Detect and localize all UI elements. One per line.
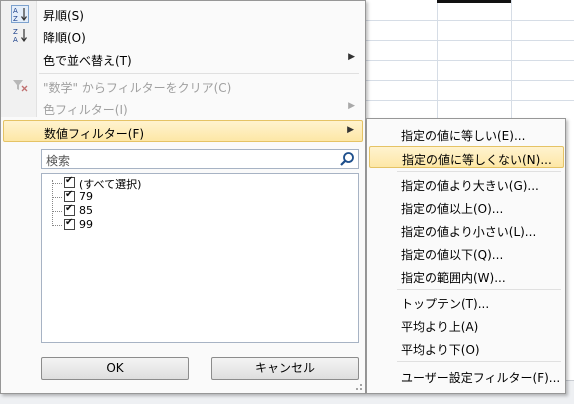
cancel-button[interactable]: キャンセル [211, 357, 359, 380]
selected-cell-border [437, 0, 511, 3]
submenu-item-not-equal[interactable]: 指定の値に等しくない(N)... [369, 146, 564, 168]
tree-line [52, 180, 54, 224]
submenu-item-above-average[interactable]: 平均より上(A) [369, 314, 564, 336]
menu-separator [397, 361, 561, 362]
submenu-item-label: トップテン(T)... [401, 297, 490, 311]
list-item-label: 99 [79, 218, 93, 231]
svg-text:Z: Z [13, 28, 18, 36]
submenu-item-label: 指定の値より小さい(L)... [401, 225, 537, 239]
submenu-item-less-than[interactable]: 指定の値より小さい(L)... [369, 219, 564, 241]
clear-filter-icon [11, 77, 29, 95]
submenu-item-label: 指定の値より大きい(G)... [401, 179, 539, 193]
checkbox[interactable] [64, 189, 75, 202]
menu-separator [397, 171, 561, 172]
submenu-item-label: 平均より下(O) [401, 343, 480, 357]
value-filter-list: (すべて選択) 79 85 99 [41, 173, 359, 343]
submenu-item-greater-than[interactable]: 指定の値より大きい(G)... [369, 173, 564, 195]
submenu-item-label: 指定の範囲内(W)... [401, 271, 506, 285]
menu-item-number-filter[interactable]: 数値フィルター(F) ▶ [3, 120, 363, 142]
submenu-item-label: 指定の値以上(O)... [401, 202, 504, 216]
submenu-arrow-icon: ▶ [348, 52, 355, 62]
menu-item-sort-descending[interactable]: Z A 降順(O) [3, 25, 363, 47]
menu-item-label: 昇順(S) [43, 9, 84, 23]
submenu-item-label: 指定の値以下(Q)... [401, 248, 504, 262]
menu-item-clear-filter[interactable]: "数学" からフィルターをクリア(C) [3, 75, 363, 97]
menu-item-sort-ascending[interactable]: A Z 昇順(S) [3, 3, 363, 25]
submenu-item-below-average[interactable]: 平均より下(O) [369, 337, 564, 359]
submenu-item-label: ユーザー設定フィルター(F)... [401, 371, 561, 385]
sort-ascending-icon: A Z [11, 5, 29, 23]
submenu-item-label: 指定の値に等しい(E)... [401, 129, 526, 143]
svg-text:A: A [13, 36, 18, 43]
menu-item-label: 色フィルター(I) [43, 103, 128, 117]
submenu-item-less-or-equal[interactable]: 指定の値以下(Q)... [369, 242, 564, 264]
svg-text:A: A [13, 7, 18, 15]
submenu-item-top-ten[interactable]: トップテン(T)... [369, 291, 564, 313]
svg-text:Z: Z [13, 15, 18, 22]
menu-separator [39, 73, 359, 74]
filter-dropdown-menu: A Z 昇順(S) Z A 降順(O) 色で並べ替え(T) ▶ "数学" からフ… [0, 0, 366, 394]
menu-item-label: 色で並べ替え(T) [43, 54, 132, 68]
search-placeholder: 検索 [46, 154, 71, 168]
checkbox[interactable] [64, 175, 75, 188]
resize-grip-icon[interactable] [353, 381, 363, 391]
submenu-item-greater-or-equal[interactable]: 指定の値以上(O)... [369, 196, 564, 218]
search-input[interactable]: 検索 [41, 149, 359, 169]
list-item-label: 79 [79, 190, 93, 203]
menu-item-sort-by-color[interactable]: 色で並べ替え(T) ▶ [3, 48, 363, 70]
submenu-item-custom-filter[interactable]: ユーザー設定フィルター(F)... [369, 365, 564, 387]
menu-item-color-filter[interactable]: 色フィルター(I) ▶ [3, 97, 363, 119]
submenu-item-label: 平均より上(A) [401, 320, 479, 334]
submenu-arrow-icon: ▶ [348, 101, 355, 111]
number-filter-submenu: 指定の値に等しい(E)... 指定の値に等しくない(N)... 指定の値より大き… [366, 118, 566, 394]
checkbox[interactable] [64, 203, 75, 216]
sort-descending-icon: Z A [11, 27, 29, 45]
ok-button[interactable]: OK [41, 357, 189, 380]
menu-item-label: "数学" からフィルターをクリア(C) [43, 81, 232, 95]
submenu-arrow-icon: ▶ [347, 125, 354, 135]
menu-separator [397, 289, 561, 290]
menu-item-label: 数値フィルター(F) [44, 127, 145, 141]
submenu-item-between[interactable]: 指定の範囲内(W)... [369, 265, 564, 287]
submenu-item-equals[interactable]: 指定の値に等しい(E)... [369, 123, 564, 145]
submenu-item-label: 指定の値に等しくない(N)... [402, 153, 552, 167]
checkbox[interactable] [64, 217, 75, 230]
menu-item-label: 降順(O) [43, 31, 86, 45]
list-item-label: 85 [79, 204, 93, 217]
search-icon [340, 152, 354, 166]
